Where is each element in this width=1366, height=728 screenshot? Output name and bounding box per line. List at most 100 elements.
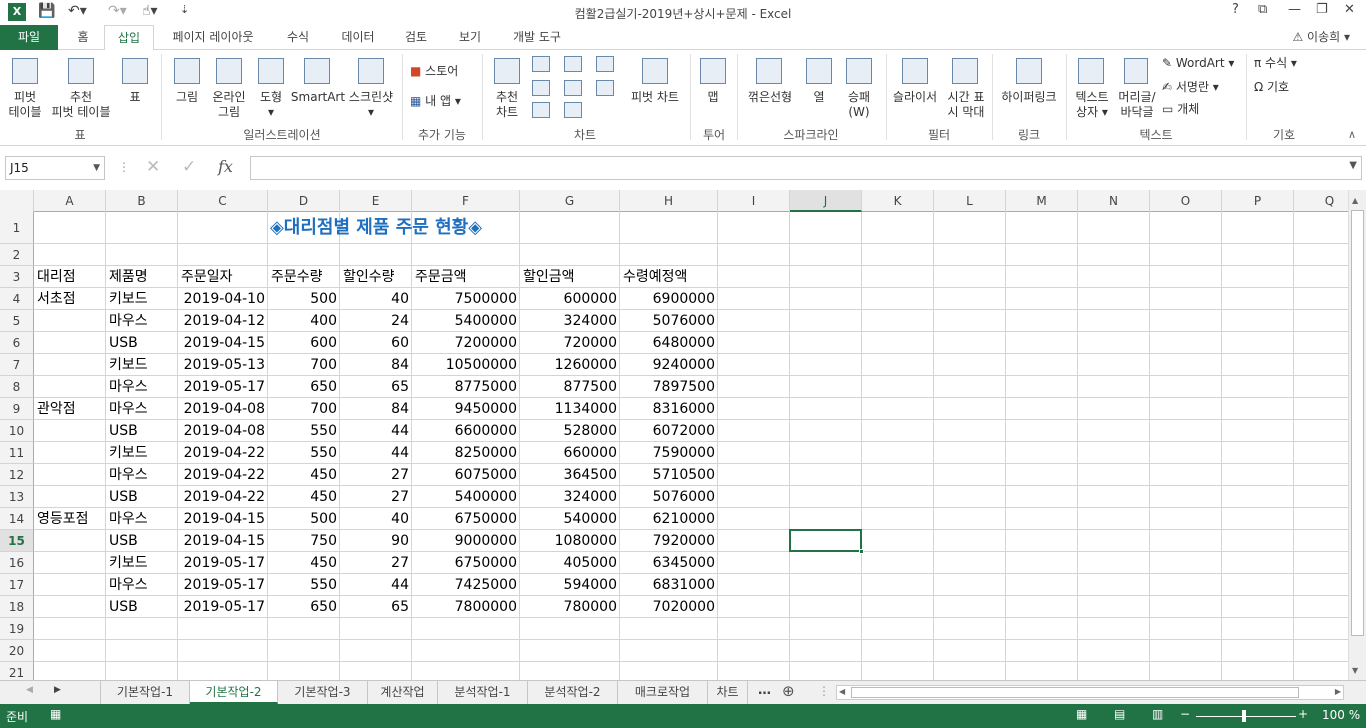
data-cell[interactable]: 키보드 (106, 442, 151, 464)
data-cell[interactable]: 7425000 (412, 574, 520, 596)
data-cell[interactable]: 1134000 (520, 398, 620, 420)
data-cell[interactable]: 2019-04-12 (178, 310, 268, 332)
data-cell[interactable]: 324000 (520, 310, 620, 332)
data-cell[interactable]: 65 (340, 596, 412, 618)
signature-line-button[interactable]: ✍ 서명란 ▾ (1162, 80, 1242, 95)
data-cell[interactable]: 5400000 (412, 486, 520, 508)
row-header-10[interactable]: 10 (0, 420, 34, 442)
data-cell[interactable]: 594000 (520, 574, 620, 596)
data-cell[interactable]: 540000 (520, 508, 620, 530)
expand-formula-icon[interactable]: ▼ (1349, 160, 1357, 171)
table-button[interactable]: 표 (118, 90, 152, 105)
help-button[interactable]: ? (1232, 2, 1239, 17)
data-cell[interactable]: 27 (340, 464, 412, 486)
data-cell[interactable] (34, 464, 40, 486)
data-cell[interactable]: 7590000 (620, 442, 718, 464)
column-header-f[interactable]: F (412, 190, 520, 212)
data-cell[interactable]: 관악점 (34, 398, 79, 420)
data-cell[interactable]: 6210000 (620, 508, 718, 530)
data-cell[interactable]: 6345000 (620, 552, 718, 574)
sheet-tab[interactable]: 매크로작업 (618, 681, 708, 704)
data-cell[interactable]: 650 (268, 596, 340, 618)
column-header-h[interactable]: H (620, 190, 718, 212)
recommended-pivot-button[interactable]: 추천 피벗 테이블 (48, 90, 114, 120)
macro-record-icon[interactable]: ▦ (50, 707, 61, 721)
collapse-ribbon-icon[interactable]: ∧ (1348, 128, 1356, 141)
text-box-button[interactable]: 텍스트 상자 ▾ (1070, 90, 1114, 120)
picture-button[interactable]: 그림 (168, 90, 206, 105)
sparkline-winloss-button[interactable]: 승패 (W) (840, 90, 878, 120)
column-header-j[interactable]: J (790, 190, 862, 212)
data-cell[interactable]: 44 (340, 574, 412, 596)
restore-button[interactable]: ❐ (1316, 2, 1328, 17)
sheet-tab[interactable]: 기본작업-1 (100, 681, 190, 704)
column-header-m[interactable]: M (1006, 190, 1078, 212)
data-cell[interactable]: 9450000 (412, 398, 520, 420)
sparkline-column-button[interactable]: 열 (800, 90, 838, 105)
zoom-in-icon[interactable]: + (1298, 707, 1308, 721)
tab-developer[interactable]: 개발 도구 (502, 25, 572, 50)
header-cell[interactable]: 주문일자 (178, 266, 236, 288)
row-header-13[interactable]: 13 (0, 486, 34, 508)
sheet-tab[interactable]: 분석작업-1 (438, 681, 528, 704)
data-cell[interactable]: 8316000 (620, 398, 718, 420)
data-cell[interactable]: 7200000 (412, 332, 520, 354)
data-cell[interactable]: 84 (340, 398, 412, 420)
data-cell[interactable]: 9000000 (412, 530, 520, 552)
column-header-b[interactable]: B (106, 190, 178, 212)
data-cell[interactable] (34, 310, 40, 332)
data-cell[interactable]: 660000 (520, 442, 620, 464)
data-cell[interactable]: 877500 (520, 376, 620, 398)
row-header-9[interactable]: 9 (0, 398, 34, 420)
select-all-corner[interactable] (0, 190, 34, 212)
row-header-16[interactable]: 16 (0, 552, 34, 574)
data-cell[interactable]: 500 (268, 508, 340, 530)
data-cell[interactable]: 2019-04-15 (178, 508, 268, 530)
data-cell[interactable]: 450 (268, 486, 340, 508)
scroll-down-icon[interactable]: ▼ (1352, 666, 1358, 675)
data-cell[interactable]: 600000 (520, 288, 620, 310)
data-cell[interactable]: 7500000 (412, 288, 520, 310)
header-cell[interactable]: 제품명 (106, 266, 151, 288)
data-cell[interactable]: 450 (268, 552, 340, 574)
data-cell[interactable]: 364500 (520, 464, 620, 486)
header-footer-button[interactable]: 머리글/ 바닥글 (1114, 90, 1160, 120)
column-header-l[interactable]: L (934, 190, 1006, 212)
row-header-11[interactable]: 11 (0, 442, 34, 464)
data-cell[interactable]: 44 (340, 420, 412, 442)
data-cell[interactable]: 2019-04-08 (178, 420, 268, 442)
shapes-button[interactable]: 도형 ▾ (252, 90, 290, 120)
zoom-level[interactable]: 100 % (1322, 708, 1360, 722)
data-cell[interactable]: USB (106, 420, 141, 442)
tab-review[interactable]: 검토 (394, 25, 438, 50)
data-cell[interactable] (34, 442, 40, 464)
sheet-tab[interactable]: 분석작업-2 (528, 681, 618, 704)
smartart-button[interactable]: SmartArt (290, 90, 346, 105)
timeline-button[interactable]: 시간 표 시 막대 (942, 90, 990, 120)
data-cell[interactable] (34, 552, 40, 574)
pivot-table-button[interactable]: 피벗 테이블 (2, 90, 48, 120)
tab-split-grip-icon[interactable]: ⋮ (818, 684, 830, 698)
data-cell[interactable]: 90 (340, 530, 412, 552)
horizontal-scroll-thumb[interactable] (851, 687, 1299, 698)
data-cell[interactable]: 6480000 (620, 332, 718, 354)
next-sheet-icon[interactable]: ▶ (54, 685, 61, 695)
data-cell[interactable]: USB (106, 486, 141, 508)
data-cell[interactable]: 5710500 (620, 464, 718, 486)
close-button[interactable]: ✕ (1344, 2, 1355, 17)
data-cell[interactable]: 6600000 (412, 420, 520, 442)
data-cell[interactable]: 720000 (520, 332, 620, 354)
data-cell[interactable] (34, 530, 40, 552)
data-cell[interactable]: 5076000 (620, 486, 718, 508)
data-cell[interactable]: 1260000 (520, 354, 620, 376)
row-header-6[interactable]: 6 (0, 332, 34, 354)
row-header-14[interactable]: 14 (0, 508, 34, 530)
data-cell[interactable]: 1080000 (520, 530, 620, 552)
minimize-button[interactable]: — (1288, 2, 1301, 17)
row-header-18[interactable]: 18 (0, 596, 34, 618)
ribbon-display-button[interactable]: ⧉ (1258, 2, 1267, 17)
tab-home[interactable]: 홈 (66, 25, 100, 50)
column-header-k[interactable]: K (862, 190, 934, 212)
data-cell[interactable]: 2019-04-15 (178, 530, 268, 552)
data-cell[interactable]: USB (106, 596, 141, 618)
